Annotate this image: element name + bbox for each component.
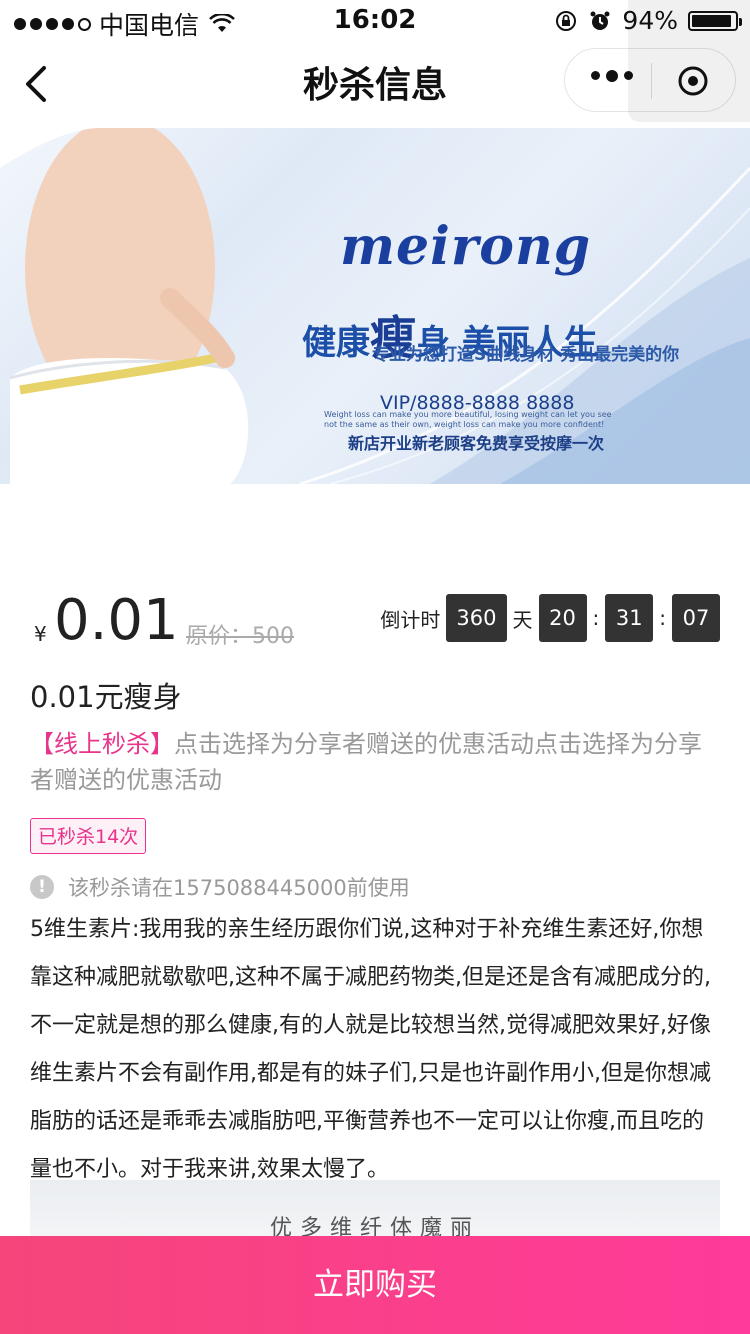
countdown-hours: 20	[538, 594, 587, 642]
banner-promo: 新店开业新老顾客免费享受按摩一次	[348, 434, 605, 453]
buy-now-button[interactable]: 立即购买	[0, 1236, 750, 1334]
countdown-day-unit: 天	[512, 607, 533, 632]
banner-brand: meirong	[340, 216, 592, 277]
currency-symbol: ¥	[34, 622, 47, 646]
rotation-lock-icon	[556, 10, 577, 31]
countdown-timer: 倒计时 360 天 20 : 31 : 07	[380, 594, 720, 642]
product-title: 0.01元瘦身	[30, 680, 182, 714]
promo-banner: meirong 健康瘦身 美丽人生 专业为您打造S曲线身材 秀出最完美的你 VI…	[0, 128, 750, 484]
sale-price: 0.01	[54, 588, 179, 653]
countdown-minutes: 31	[605, 594, 654, 642]
countdown-days: 360	[446, 594, 507, 642]
more-menu-icon[interactable]	[591, 70, 633, 82]
alarm-icon	[590, 11, 610, 30]
product-description: 【线上秒杀】点击选择为分享者赠送的优惠活动点击选择为分享者赠送的优惠活动	[30, 726, 720, 798]
info-alert-icon: !	[30, 875, 54, 899]
flash-sale-tag: 【线上秒杀】	[30, 730, 174, 758]
sold-count-badge: 已秒杀14次	[30, 818, 147, 854]
countdown-separator: :	[659, 606, 666, 630]
countdown-seconds: 07	[672, 594, 720, 642]
article-image: 优多维纤体魔丽	[30, 1180, 720, 1241]
article-body: 5维生素片:我用我的亲生经历跟你们说,这种对于补充维生素还好,你想靠这种减肥就歇…	[30, 917, 711, 1182]
usage-notice-text: 该秒杀请在1575088445000前使用	[68, 876, 410, 900]
usage-notice: ! 该秒杀请在1575088445000前使用	[30, 872, 410, 902]
banner-subslogan: 专业为您打造S曲线身材 秀出最完美的你	[372, 345, 680, 365]
touch-highlight	[628, 0, 750, 122]
countdown-label: 倒计时	[380, 607, 441, 632]
original-price: 原价：500	[186, 624, 294, 649]
banner-fine-print: Weight loss can make you more beautiful,…	[324, 410, 612, 429]
countdown-separator: :	[592, 606, 600, 630]
